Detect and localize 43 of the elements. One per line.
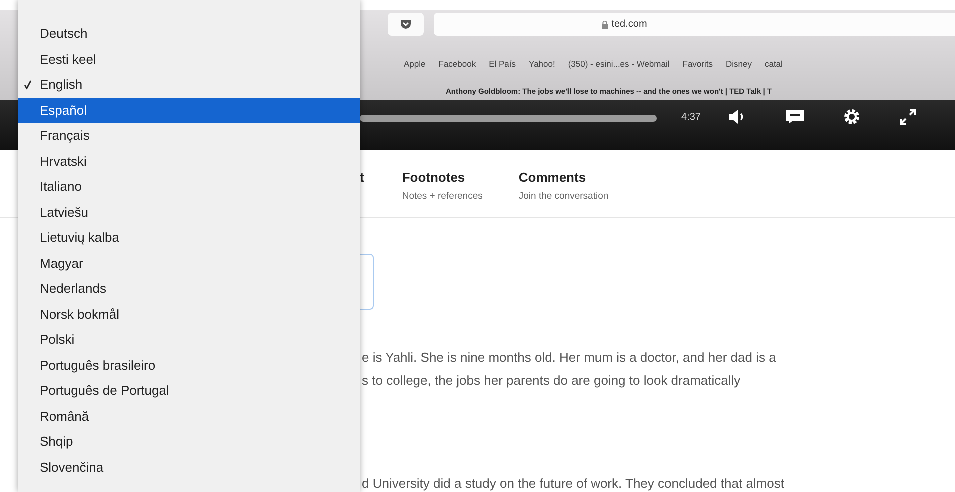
menu-item[interactable]: Română [18, 404, 360, 429]
shield-icon [400, 19, 412, 30]
subtitles-icon[interactable] [785, 109, 805, 125]
menu-item[interactable]: Português brasileiro [18, 352, 360, 378]
menu-item[interactable]: Slovenčina [18, 454, 360, 480]
bookmark-link[interactable]: Disney [726, 59, 752, 69]
menu-item[interactable]: Nederlands [18, 276, 360, 302]
bookmark-link[interactable]: Yahoo! [529, 59, 556, 69]
paragraph-line: e is Yahli. She is nine months old. Her mum is a doctor, and her dad is a [362, 350, 778, 365]
pocket-button[interactable] [388, 13, 424, 36]
time-label: 4:37 [682, 112, 701, 122]
menu-item[interactable]: Shqip [18, 429, 360, 454]
lock-icon [602, 20, 608, 28]
bookmark-link[interactable]: catal [764, 59, 783, 69]
bookmark-link[interactable]: Facebook [438, 59, 476, 69]
menu-item[interactable]: Latviešu [18, 200, 360, 225]
tab-subtitle: Notes + references [402, 191, 483, 202]
menu-item[interactable]: Italiano [18, 174, 360, 200]
paragraph-line: s to college, the jobs her parents do are going to look dramatically [362, 373, 742, 388]
menu-item[interactable]: Deutsch [18, 21, 360, 46]
menu-item[interactable]: Lietuvių kalba [18, 225, 360, 250]
url-text: ted.com [612, 19, 648, 30]
menu-item[interactable]: Norsk bokmål [18, 302, 360, 327]
bookmark-link[interactable]: (350) - esini...es - Webmail [568, 59, 670, 69]
tab-title[interactable]: t [360, 170, 364, 185]
menu-item[interactable]: English [18, 72, 360, 98]
menu-item[interactable]: Magyar [18, 250, 360, 276]
menu-item[interactable]: Español [18, 98, 360, 123]
menu-item[interactable]: Eesti keel [18, 46, 360, 72]
bookmark-link[interactable]: Apple [404, 59, 426, 69]
paragraph-line: d University did a study on the future of work. They concluded that almost [362, 476, 786, 491]
address-bar[interactable]: ted.com [434, 13, 955, 36]
tab-subtitle: Join the conversation [518, 191, 609, 202]
settings-icon[interactable] [843, 108, 861, 126]
fullscreen-icon[interactable] [899, 108, 917, 126]
menu-item[interactable]: Português de Portugal [18, 378, 360, 404]
menu-item[interactable]: Hrvatski [18, 148, 360, 174]
menu-item[interactable]: Français [18, 123, 360, 148]
tab-title[interactable]: Comments [518, 170, 609, 185]
bookmark-link[interactable]: El País [489, 59, 516, 69]
bookmark-link[interactable]: Favorits [682, 59, 713, 69]
menu-item[interactable]: Polski [18, 327, 360, 352]
tab-title[interactable]: Footnotes [402, 170, 483, 185]
